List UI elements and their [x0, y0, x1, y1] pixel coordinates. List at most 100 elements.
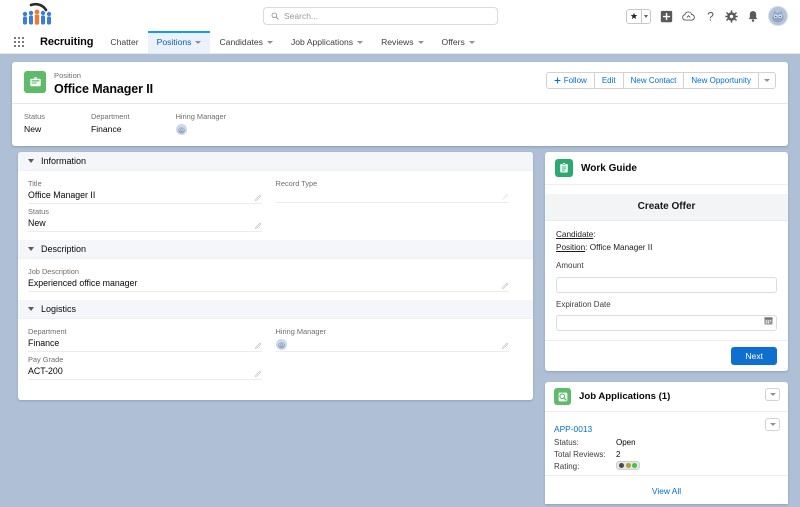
- field-status-label: Status: [28, 207, 49, 216]
- amount-input[interactable]: [556, 276, 777, 293]
- tab-reviews[interactable]: Reviews: [372, 31, 432, 53]
- edit-pencil-icon[interactable]: [254, 370, 262, 377]
- highlight-department-value: Finance: [90, 124, 122, 134]
- follow-button-label: Follow: [563, 76, 587, 85]
- edit-pencil-icon[interactable]: [254, 222, 262, 229]
- section-body-information: Title Office Manager II Record Type Stat…: [18, 171, 533, 240]
- job-application-reviews-row: Total Reviews: 2: [554, 449, 779, 461]
- job-application-record-link[interactable]: APP-0013: [554, 424, 592, 434]
- hiring-manager-avatar[interactable]: [175, 124, 187, 135]
- next-button[interactable]: Next: [731, 347, 777, 365]
- chevron-down-icon: [468, 40, 475, 44]
- chevron-down-icon: [28, 159, 34, 163]
- tab-job-applications[interactable]: Job Applications: [282, 31, 372, 53]
- chevron-down-icon: [769, 423, 776, 426]
- recruiting-app-logo[interactable]: [18, 2, 60, 28]
- calendar-icon[interactable]: [764, 316, 773, 325]
- app-launcher-button[interactable]: [14, 31, 30, 53]
- field-job-description: Job Description Experienced office manag…: [28, 266, 523, 292]
- job-application-status-row: Status: Open: [554, 437, 779, 449]
- section-title-logistics: Logistics: [41, 304, 77, 314]
- edit-pencil-icon[interactable]: [502, 342, 509, 349]
- edit-pencil-icon[interactable]: [502, 193, 509, 200]
- new-contact-button-label: New Contact: [630, 76, 677, 85]
- field-title: Title Office Manager II: [28, 178, 276, 204]
- search-icon: [271, 12, 279, 20]
- tab-candidates[interactable]: Candidates: [210, 31, 281, 53]
- job-application-status-label: Status:: [554, 438, 579, 447]
- tab-positions[interactable]: Positions: [147, 31, 211, 53]
- field-job-description-value: Experienced office manager: [28, 278, 138, 288]
- help-question-icon[interactable]: ?: [705, 9, 716, 23]
- work-guide-card: Work Guide Create Offer Candidate: Posit…: [545, 152, 788, 371]
- amount-label: Amount: [556, 261, 584, 270]
- rating-dot-3: [632, 463, 637, 468]
- chevron-down-icon: [28, 307, 34, 311]
- record-header-card: Position Office Manager II Follow Edit N…: [12, 62, 788, 146]
- highlight-department-label: Department: [90, 112, 130, 121]
- record-title: Office Manager II: [54, 82, 154, 96]
- favorites-caret-icon[interactable]: [641, 9, 650, 23]
- section-header-information[interactable]: Information: [18, 152, 533, 171]
- view-all-link[interactable]: View All: [652, 486, 681, 496]
- job-applications-menu-button[interactable]: [765, 388, 780, 401]
- expiration-date-input[interactable]: [556, 315, 777, 331]
- app-navigation-bar: Recruiting Chatter Positions Candidates …: [0, 31, 800, 54]
- rating-dot-2: [625, 463, 631, 468]
- new-contact-button[interactable]: New Contact: [622, 72, 685, 89]
- record-action-buttons: Follow Edit New Contact New Opportunity: [545, 72, 776, 89]
- more-actions-button[interactable]: [758, 72, 776, 89]
- tab-offers[interactable]: Offers: [433, 31, 484, 53]
- user-avatar[interactable]: [768, 6, 788, 26]
- job-applications-body: APP-0013 Status: Open Total Reviews: 2 R…: [545, 412, 788, 473]
- chevron-down-icon: [195, 40, 202, 44]
- work-guide-footer: Next: [545, 340, 788, 365]
- svg-text:?: ?: [707, 9, 714, 23]
- setup-gear-icon[interactable]: [725, 9, 738, 23]
- global-search[interactable]: [263, 7, 498, 25]
- notifications-bell-icon[interactable]: [747, 10, 759, 23]
- favorites-star-icon[interactable]: [627, 9, 641, 23]
- job-application-row-menu-button[interactable]: [765, 418, 780, 431]
- field-department: Department Finance: [28, 326, 276, 352]
- edit-pencil-icon[interactable]: [254, 342, 262, 349]
- field-spacer: [276, 206, 524, 232]
- favorites-group[interactable]: [626, 8, 651, 24]
- field-hiring-manager-label: Hiring Manager: [275, 327, 327, 336]
- hiring-manager-avatar[interactable]: [275, 339, 287, 350]
- app-launcher-waffle-icon: [14, 37, 24, 47]
- field-hiring-manager: Hiring Manager: [275, 326, 524, 352]
- rating-dot-1: [619, 463, 624, 468]
- tab-reviews-label: Reviews: [381, 37, 414, 47]
- work-guide-expiration-field: Expiration Date: [556, 299, 777, 331]
- edit-button[interactable]: Edit: [593, 72, 624, 89]
- work-guide-body: Candidate: Position: Office Manager II A…: [545, 221, 788, 331]
- work-guide-amount-field: Amount: [556, 260, 777, 293]
- job-applications-title: Job Applications (1): [579, 391, 671, 402]
- new-opportunity-button[interactable]: New Opportunity: [683, 72, 759, 89]
- work-guide-title: Work Guide: [581, 162, 637, 174]
- section-header-logistics[interactable]: Logistics: [18, 300, 533, 319]
- tab-candidates-label: Candidates: [219, 37, 263, 47]
- job-applications-header: Job Applications (1): [545, 382, 788, 412]
- clipboard-icon: [555, 159, 573, 177]
- salesforce-lightning-page: ?: [0, 0, 800, 507]
- field-title-value: Office Manager II: [28, 190, 96, 200]
- tab-chatter-label: Chatter: [110, 37, 139, 47]
- edit-pencil-icon[interactable]: [502, 282, 509, 289]
- job-application-status-value: Open: [616, 438, 636, 447]
- chevron-down-icon: [417, 40, 424, 44]
- search-input[interactable]: [284, 11, 490, 21]
- header-icon-group: ?: [626, 4, 788, 28]
- add-plus-icon[interactable]: [660, 10, 673, 23]
- tab-job-applications-label: Job Applications: [290, 37, 354, 47]
- field-department-label: Department: [28, 327, 67, 336]
- edit-pencil-icon[interactable]: [254, 194, 262, 201]
- section-body-logistics: Department Finance Hiring Manager Pay Gr…: [18, 319, 533, 388]
- chevron-down-icon: [357, 40, 364, 44]
- follow-button[interactable]: Follow: [545, 72, 595, 89]
- tab-chatter[interactable]: Chatter: [101, 31, 147, 53]
- work-guide-candidate-row: Candidate:: [556, 230, 596, 239]
- cloud-icon[interactable]: [682, 10, 696, 22]
- section-header-description[interactable]: Description: [18, 240, 533, 259]
